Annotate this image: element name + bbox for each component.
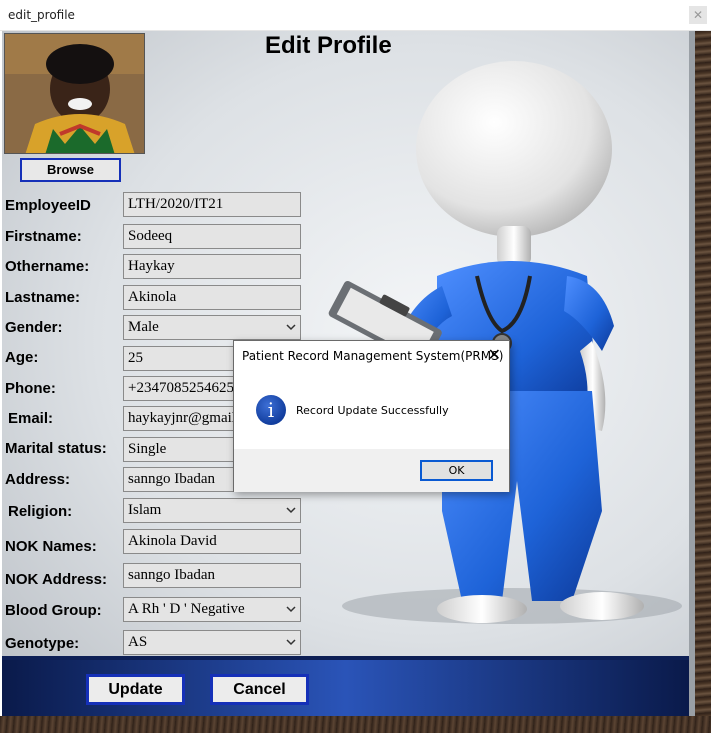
window-titlebar: edit_profile ✕ (0, 0, 711, 31)
browse-button[interactable]: Browse (20, 158, 121, 182)
field-label-firstname: Firstname: (5, 228, 82, 245)
action-bar: Update Cancel (2, 656, 689, 716)
field-label-gender: Gender: (5, 319, 63, 336)
field-label-othername: Othername: (5, 258, 90, 275)
field-label-nok-names: NOK Names: (5, 538, 97, 555)
dialog-message: Record Update Successfully (296, 404, 449, 417)
dialog-close-icon[interactable]: ✕ (488, 345, 501, 364)
field-label-nok-address: NOK Address: (5, 571, 107, 588)
field-label-religion: Religion: (8, 503, 73, 520)
dialog-title: Patient Record Management System(PRMS) (242, 349, 504, 363)
field-label-phone: Phone: (5, 380, 56, 397)
nok-names-input[interactable]: Akinola David (123, 529, 301, 554)
field-label-genotype: Genotype: (5, 635, 80, 652)
edit-profile-window: edit_profile ✕ Browse Edit Profile Emplo… (0, 0, 711, 733)
background-texture (695, 31, 711, 733)
field-label-email: Email: (8, 410, 54, 427)
profile-photo-image (5, 34, 144, 153)
religion-select[interactable]: Islam (123, 498, 301, 523)
ok-button[interactable]: OK (420, 460, 493, 481)
chevron-down-icon (286, 507, 296, 514)
cancel-button[interactable]: Cancel (210, 674, 309, 705)
background-texture-bottom (0, 716, 711, 733)
update-button[interactable]: Update (86, 674, 185, 705)
blood-group-select-value: A Rh ' D ' Negative (128, 601, 245, 617)
genotype-select-value: AS (128, 634, 148, 650)
field-label-blood-group: Blood Group: (5, 602, 102, 619)
field-label-address: Address: (5, 471, 71, 488)
nok-address-input[interactable]: sanngo Ibadan (123, 563, 301, 588)
page-title: Edit Profile (265, 32, 392, 59)
othername-input[interactable]: Haykay (123, 254, 301, 279)
info-icon: i (256, 395, 286, 425)
profile-photo (4, 33, 145, 154)
religion-select-value: Islam (128, 502, 162, 518)
chevron-down-icon (286, 606, 296, 613)
lastname-input[interactable]: Akinola (123, 285, 301, 310)
genotype-select[interactable]: AS (123, 630, 301, 655)
close-icon[interactable]: ✕ (689, 6, 707, 24)
action-bar-edge (2, 656, 689, 660)
chevron-down-icon (286, 639, 296, 646)
blood-group-select[interactable]: A Rh ' D ' Negative (123, 597, 301, 622)
message-dialog: Patient Record Management System(PRMS) ✕… (233, 340, 510, 492)
field-label-age: Age: (5, 349, 39, 366)
firstname-input[interactable]: Sodeeq (123, 224, 301, 249)
marital-status-select-value: Single (128, 441, 167, 457)
chevron-down-icon (286, 324, 296, 331)
employee-id-input[interactable]: LTH/2020/IT21 (123, 192, 301, 217)
field-label-employee-id: EmployeeID (5, 197, 91, 214)
gender-select-value: Male (128, 319, 159, 335)
dialog-footer: OK (234, 449, 509, 492)
gender-select[interactable]: Male (123, 315, 301, 340)
field-label-marital-status: Marital status: (5, 440, 107, 457)
field-label-lastname: Lastname: (5, 289, 81, 306)
window-title: edit_profile (8, 8, 75, 22)
